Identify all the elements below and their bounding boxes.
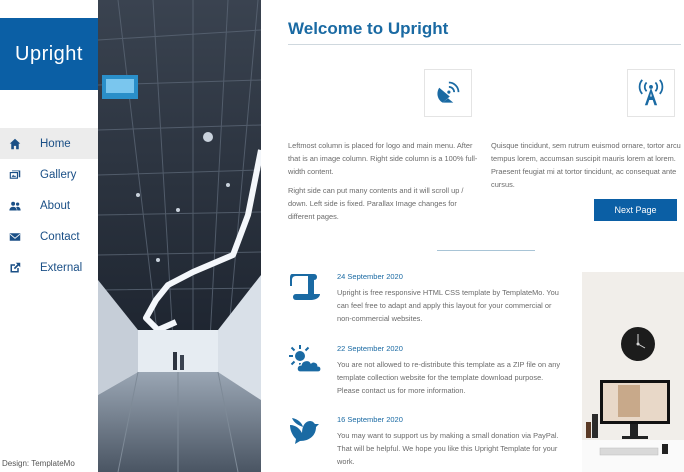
main-content: Welcome to Upright Leftmost column is pl… [261, 0, 684, 472]
sidebar: Upright Home Gallery About Contact Exter… [0, 0, 98, 472]
news-text: You are not allowed to re-distribute thi… [337, 360, 561, 395]
news-date: 16 September 2020 [337, 415, 403, 424]
home-icon [8, 138, 22, 150]
news-date: 22 September 2020 [337, 344, 403, 353]
logo[interactable]: Upright [0, 18, 98, 90]
satellite-dish-icon [424, 69, 472, 117]
paragraph: Leftmost column is placed for logo and m… [288, 141, 478, 176]
broadcast-tower-icon [627, 69, 675, 117]
nav-item-label: Contact [40, 230, 80, 243]
nav-item-gallery[interactable]: Gallery [0, 159, 98, 190]
nav-item-label: About [40, 199, 71, 212]
nav-item-label: Gallery [40, 168, 77, 181]
nav-item-about[interactable]: About [0, 190, 98, 221]
main-nav: Home Gallery About Contact External [0, 128, 98, 283]
nav-item-label: Home [40, 137, 71, 150]
scroll-icon [288, 272, 326, 302]
nav-item-contact[interactable]: Contact [0, 221, 98, 252]
cloud-sun-icon [288, 344, 326, 374]
right-column-text: Quisque tincidunt, sem rutrum euismod or… [491, 139, 681, 197]
logo-text: Upright [15, 42, 83, 65]
envelope-icon [8, 231, 22, 243]
design-credit: Design: TemplateMo [2, 459, 75, 468]
news-text: You may want to support us by making a s… [337, 431, 559, 466]
news-text: Upright is free responsive HTML CSS temp… [337, 288, 559, 323]
dove-icon [288, 415, 326, 445]
external-link-icon [8, 262, 22, 274]
title-divider [288, 44, 681, 45]
left-column-text: Leftmost column is placed for logo and m… [288, 139, 478, 229]
nav-item-external[interactable]: External [0, 252, 98, 283]
next-page-button[interactable]: Next Page [594, 199, 677, 221]
nav-item-label: External [40, 261, 83, 274]
page-title: Welcome to Upright [288, 19, 449, 38]
gallery-icon [8, 169, 22, 181]
paragraph: Right side can put many contents and it … [288, 186, 464, 221]
desk-image [582, 272, 684, 472]
hero-image [98, 0, 261, 472]
section-divider [437, 250, 535, 251]
users-icon [8, 200, 22, 212]
nav-item-home[interactable]: Home [0, 128, 98, 159]
paragraph: Quisque tincidunt, sem rutrum euismod or… [491, 141, 681, 189]
news-date: 24 September 2020 [337, 272, 403, 281]
